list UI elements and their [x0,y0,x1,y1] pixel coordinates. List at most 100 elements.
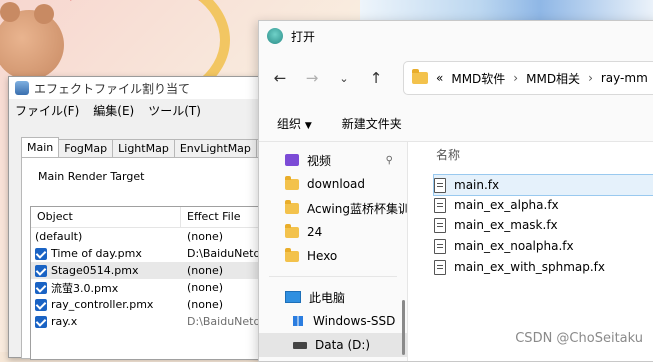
back-arrow-icon[interactable]: ← [269,69,291,87]
file-item[interactable]: main_ex_mask.fx [434,215,653,235]
nav-label: 视频 [307,153,332,168]
windows-drive-icon [293,316,303,326]
nav-label: Data (D:) [315,338,371,352]
dialog-titlebar[interactable]: 打开 [259,21,653,51]
dialog-toolbar: 组织 ▼ 新建文件夹 [259,105,653,142]
menu-file[interactable]: ファイル(F) [15,102,79,119]
list-header: Object Effect File [31,207,277,228]
nav-label: Windows-SSD [313,314,396,328]
video-folder-icon [285,154,299,166]
nav-item-download[interactable]: download [259,172,407,196]
row-object: ray_controller.pmx [51,298,154,311]
navigation-pane: 视频 ⚲ download Acwing蓝桥杯集训 24 Hexo 此电脑 Wi… [259,142,408,361]
effect-window-menubar: ファイル(F) 編集(E) ツール(T) [9,99,271,121]
render-tabs: Main FogMap LightMap EnvLightMap Ma [21,137,285,157]
file-item[interactable]: main_ex_alpha.fx [434,195,653,215]
breadcrumb-item[interactable]: MMD软件 [451,70,505,87]
breadcrumb-item[interactable]: MMD相关 [526,70,580,87]
file-icon [434,259,446,275]
open-file-dialog: 打开 ← → ⌄ ↑ « MMD软件 › MMD相关 › ray-mm 组织 ▼… [258,20,653,362]
menu-tools[interactable]: ツール(T) [148,102,201,119]
list-row[interactable]: Stage0514.pmx (none) [31,262,277,279]
row-object: Time of day.pmx [51,247,142,260]
row-checkbox[interactable] [35,315,47,328]
file-item[interactable]: main_ex_with_sphmap.fx [434,257,653,277]
file-list-pane: 名称 main.fx main_ex_alpha.fx main_ex_mask… [408,142,653,361]
file-name: main_ex_alpha.fx [454,198,559,212]
new-folder-button[interactable]: 新建文件夹 [342,115,402,132]
tab-fogmap[interactable]: FogMap [58,139,114,157]
address-bar[interactable]: « MMD软件 › MMD相关 › ray-mm [403,61,653,95]
folder-icon [285,175,299,190]
folder-icon [285,223,299,238]
file-name: main_ex_mask.fx [454,218,558,232]
computer-icon [285,291,301,303]
nav-scrollbar[interactable] [402,300,405,355]
row-checkbox[interactable] [35,264,47,277]
file-icon [434,177,446,193]
organize-button[interactable]: 组织 ▼ [277,115,312,132]
list-row[interactable]: ray.x D:\BaiduNetdisk [31,313,277,330]
mme-app-icon [15,81,29,95]
nav-item-videos[interactable]: 视频 ⚲ [259,148,407,172]
effect-window-titlebar[interactable]: エフェクトファイル割り当て [9,77,271,99]
row-object: ray.x [51,315,78,328]
dialog-title: 打开 [291,29,316,44]
render-target-label: Main Render Target [38,170,145,183]
row-checkbox[interactable] [35,281,47,294]
organize-label: 组织 [277,116,302,131]
mmd-app-icon [267,28,283,44]
breadcrumb-separator-icon: › [513,71,519,85]
nav-divider [269,276,397,277]
tab-main[interactable]: Main [21,137,60,157]
list-row[interactable]: 流萤3.0.pmx (none) [31,279,277,296]
list-row[interactable]: ray_controller.pmx (none) [31,296,277,313]
folder-icon [285,199,299,214]
file-item[interactable]: main.fx [433,174,653,196]
row-object: Stage0514.pmx [51,264,139,277]
effect-assign-window: エフェクトファイル割り当て ファイル(F) 編集(E) ツール(T) Main … [8,76,285,360]
nav-item-24[interactable]: 24 [259,220,407,244]
column-name-header[interactable]: 名称 [436,146,460,163]
nav-label: Acwing蓝桥杯集训 [307,201,407,216]
list-row[interactable]: Time of day.pmx D:\BaiduNetdisk [31,245,277,262]
nav-label: 此电脑 [309,290,346,305]
tab-panel-main: Main Render Target Object Effect File (d… [21,157,278,360]
row-object: (default) [35,230,83,243]
up-arrow-icon[interactable]: ↑ [365,69,387,87]
tab-lightmap[interactable]: LightMap [112,139,175,157]
effect-window-body: Main FogMap LightMap EnvLightMap Ma Main… [9,125,285,360]
caret-down-icon: ▼ [304,120,312,131]
tab-envlightmap[interactable]: EnvLightMap [173,139,257,157]
object-effect-list[interactable]: Object Effect File (default) (none) Time… [30,206,278,360]
nav-item-this-pc[interactable]: 此电脑 [259,285,407,309]
nav-label: download [307,177,366,191]
pin-icon: ⚲ [385,154,393,166]
dialog-main: 视频 ⚲ download Acwing蓝桥杯集训 24 Hexo 此电脑 Wi… [259,142,653,361]
list-row-default[interactable]: (default) (none) [31,228,277,245]
chevron-down-icon[interactable]: ⌄ [333,72,355,85]
nav-item-drive-c[interactable]: Windows-SSD [259,309,407,333]
breadcrumb-overflow[interactable]: « [436,71,443,85]
breadcrumb-item[interactable]: ray-mm [601,71,648,85]
watermark: CSDN @ChoSeitaku [515,331,643,346]
file-name: main.fx [454,178,500,192]
menu-edit[interactable]: 編集(E) [93,102,134,119]
column-object[interactable]: Object [31,207,181,227]
wallpaper-decoration-right [360,0,653,22]
nav-label: 24 [307,225,323,239]
file-name: main_ex_with_sphmap.fx [454,260,605,274]
breadcrumb-separator-icon: › [588,71,593,85]
row-checkbox[interactable] [35,247,47,260]
effect-window-title: エフェクトファイル割り当て [34,81,191,96]
row-checkbox[interactable] [35,298,47,311]
forward-arrow-icon[interactable]: → [301,69,323,87]
drive-icon [293,341,307,349]
nav-item-drive-d[interactable]: Data (D:) [259,333,407,357]
nav-item-acwing[interactable]: Acwing蓝桥杯集训 [259,196,407,220]
folder-icon [285,247,299,262]
file-item[interactable]: main_ex_noalpha.fx [434,236,653,256]
file-icon [434,197,446,213]
file-icon [434,238,446,254]
nav-item-hexo[interactable]: Hexo [259,244,407,268]
